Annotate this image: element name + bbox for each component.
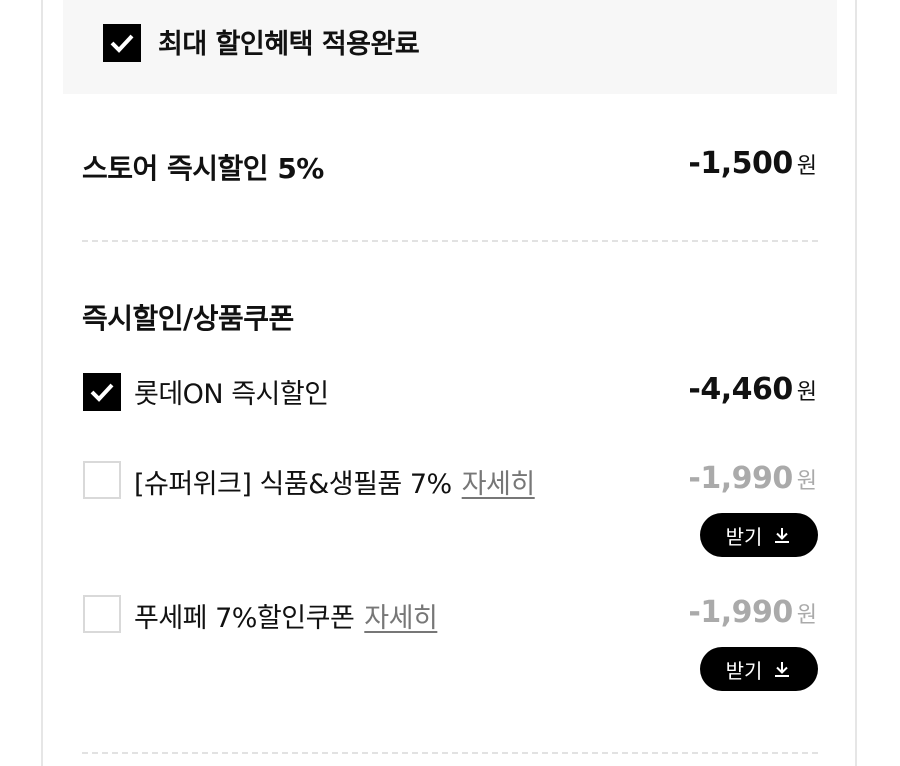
divider: [82, 752, 818, 754]
store-discount-unit: 원: [796, 154, 817, 179]
coupon-section-title: 즉시할인/상품쿠폰: [82, 302, 294, 335]
coupon-amount: -4,460: [688, 372, 793, 407]
coupon-amount-row-pusepe: -1,990 원: [688, 595, 817, 630]
download-icon: [775, 662, 790, 677]
coupon-label-lotteon: 롯데ON 즉시할인: [134, 379, 329, 410]
detail-link[interactable]: 자세히: [462, 469, 536, 500]
download-icon: [775, 528, 790, 543]
coupon-unit: 원: [796, 469, 817, 494]
coupon-label-superweek: [슈퍼위크] 식품&생필품 7%: [134, 469, 452, 500]
get-coupon-button[interactable]: 받기: [700, 647, 818, 691]
store-discount-amount-row: -1,500 원: [688, 146, 817, 181]
store-discount-title: 스토어 즉시할인 5%: [82, 152, 324, 185]
coupon-amount: -1,990: [688, 461, 793, 496]
check-icon: [110, 34, 134, 53]
coupon-label-superweek-row: [슈퍼위크] 식품&생필품 7% 자세히: [134, 462, 535, 501]
coupon-label-pusepe: 푸세페 7%할인쿠폰: [134, 603, 355, 634]
get-coupon-label: 받기: [725, 524, 763, 549]
coupon-unit: 원: [796, 603, 817, 628]
coupon-checkbox-superweek[interactable]: [83, 461, 121, 499]
coupon-amount-row-superweek: -1,990 원: [688, 461, 817, 496]
coupon-amount: -1,990: [688, 595, 793, 630]
get-coupon-label: 받기: [725, 658, 763, 683]
coupon-checkbox-lotteon[interactable]: [83, 373, 121, 411]
coupon-unit: 원: [796, 380, 817, 405]
divider: [82, 240, 818, 242]
coupon-label-pusepe-row: 푸세페 7%할인쿠폰 자세히: [134, 596, 438, 635]
max-discount-label: 최대 할인혜택 적용완료: [158, 29, 420, 60]
coupon-amount-row-lotteon: -4,460 원: [688, 372, 817, 407]
check-icon: [90, 383, 114, 402]
coupon-checkbox-pusepe[interactable]: [83, 595, 121, 633]
get-coupon-button[interactable]: 받기: [700, 513, 818, 557]
detail-link[interactable]: 자세히: [364, 603, 438, 634]
store-discount-amount: -1,500: [688, 146, 793, 181]
max-discount-checkbox[interactable]: [103, 24, 141, 62]
